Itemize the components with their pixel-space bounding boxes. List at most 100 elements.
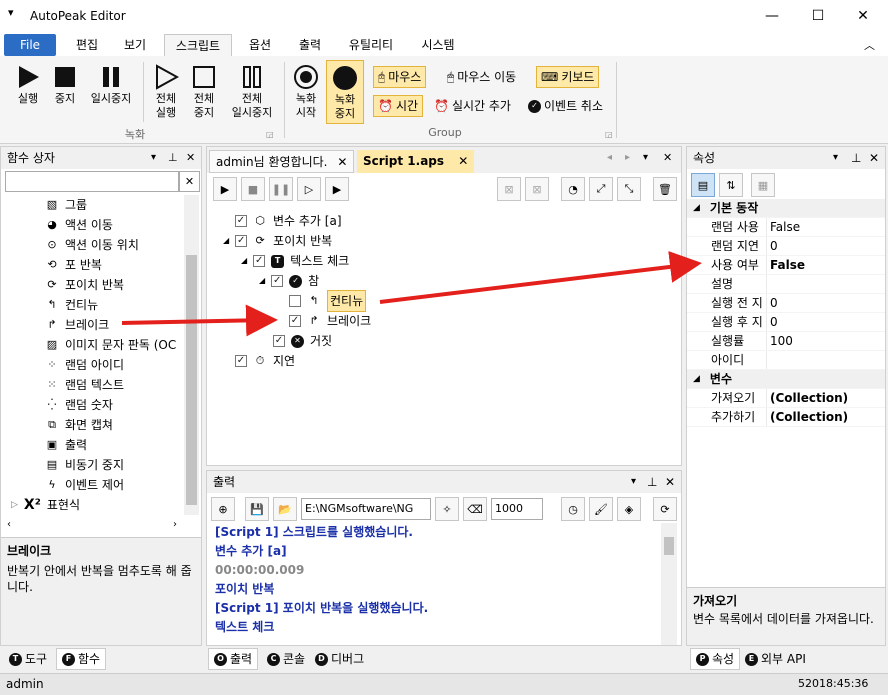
stop-small-button[interactable]: ■ xyxy=(241,177,265,201)
collapse-icon[interactable]: ◢ xyxy=(687,199,700,217)
checkbox[interactable]: ✓ xyxy=(273,335,285,347)
tab-console[interactable]: C 콘솔 xyxy=(262,648,310,670)
collapse-ribbon-icon[interactable]: ︿ xyxy=(864,37,875,53)
close-tab-icon[interactable]: ✕ xyxy=(337,155,347,169)
stop-all-button[interactable]: 전체 중지 xyxy=(186,64,222,120)
property-value[interactable]: 100 xyxy=(767,332,793,350)
checkbox[interactable]: ✓ xyxy=(253,255,266,267)
tab-system[interactable]: 시스템 xyxy=(410,34,466,56)
checkbox[interactable]: ✓ xyxy=(271,275,284,287)
play-small-button[interactable]: ▶ xyxy=(213,177,237,201)
property-row[interactable]: 랜덤 사용 False xyxy=(687,218,885,237)
folder-icon[interactable]: 📂 xyxy=(273,497,297,521)
tab-file[interactable]: File xyxy=(4,34,56,56)
checkbox[interactable]: ✓ xyxy=(235,355,247,367)
property-row[interactable]: 실행 전 지0 xyxy=(687,294,885,313)
record-stop-button[interactable]: 녹화 중지 xyxy=(326,60,364,124)
tab-output-pane[interactable]: O 출력 xyxy=(208,648,259,670)
event-cancel-toggle[interactable]: ✓ 이벤트 취소 xyxy=(524,95,607,117)
checkbox[interactable]: ✓ xyxy=(289,315,301,327)
tab-list-icon[interactable]: ▾ xyxy=(643,152,648,163)
keyboard-toggle[interactable]: ⌨ 키보드 xyxy=(536,66,600,88)
list-item[interactable]: ⁛ 랜덤 숫자 xyxy=(45,395,185,415)
panel-dropdown-icon[interactable]: ▾ xyxy=(631,471,636,493)
record-start-button[interactable]: 녹화 시작 xyxy=(288,64,324,120)
delete-x-button[interactable]: ⊠ xyxy=(497,177,521,201)
property-value[interactable]: False xyxy=(767,256,805,274)
step-button[interactable]: ▷ xyxy=(297,177,321,201)
realtime-add-toggle[interactable]: ⏰ 실시간 추가 xyxy=(430,95,515,117)
list-item[interactable]: ⟳ 포이치 반복 xyxy=(45,275,185,295)
eraser-icon[interactable]: ⌫ xyxy=(463,497,487,521)
pin-icon[interactable]: ⊥ xyxy=(851,147,861,169)
property-value[interactable]: 0 xyxy=(767,237,778,255)
group-launcher-icon[interactable]: ◲ xyxy=(605,130,613,139)
panel-dropdown-icon[interactable]: ▾ xyxy=(151,147,156,169)
pin-icon[interactable]: ⊥ xyxy=(168,147,178,169)
close-doc-icon[interactable]: ✕ xyxy=(663,151,672,164)
tree-node[interactable]: ◢ ✓ ⟳ 포이치 반복 xyxy=(223,231,371,251)
fill-icon[interactable]: ◈ xyxy=(617,497,641,521)
vertical-scrollbar[interactable] xyxy=(184,195,199,515)
log-path-input[interactable]: E:\NGMsoftware\NG xyxy=(301,498,431,520)
prev-tab-icon[interactable]: ◂ xyxy=(607,152,612,163)
tab-properties[interactable]: P 속성 xyxy=(690,648,741,670)
tab-debug[interactable]: D 디버그 xyxy=(310,648,369,670)
tree-node[interactable]: ✓ ⬡ 변수 추가 [a] xyxy=(235,211,371,231)
checkbox[interactable] xyxy=(289,295,301,307)
tab-external-api[interactable]: E 외부 API xyxy=(740,648,811,670)
tab-tools[interactable]: T 도구 xyxy=(4,648,52,670)
property-value[interactable]: 0 xyxy=(767,294,778,312)
tree-node[interactable]: ↰ 컨티뉴 xyxy=(289,290,371,312)
tree-node[interactable]: ✓ ✕ 거짓 xyxy=(273,331,371,351)
property-row[interactable]: 실행 후 지0 xyxy=(687,313,885,332)
refresh-icon[interactable]: ◔ xyxy=(561,177,585,201)
system-menu-icon[interactable]: ▾ xyxy=(8,6,14,19)
tab-script[interactable]: 스크립트 xyxy=(164,34,232,56)
pause-button[interactable]: 일시중지 xyxy=(84,64,138,106)
close-panel-icon[interactable]: ✕ xyxy=(186,147,195,169)
property-value[interactable]: (Collection) xyxy=(767,408,848,426)
stop-button[interactable]: 중지 xyxy=(48,64,82,106)
close-tab-icon[interactable]: ✕ xyxy=(458,154,468,168)
output-scrollbar[interactable] xyxy=(661,523,677,645)
property-value[interactable]: (Collection) xyxy=(767,389,848,407)
trash-icon[interactable]: 🗑 xyxy=(653,177,677,201)
pause-all-button[interactable]: 전체 일시중지 xyxy=(224,64,280,120)
property-value[interactable]: 0 xyxy=(767,313,778,331)
brush-icon[interactable]: 🖌 xyxy=(589,497,613,521)
close-panel-icon[interactable]: ✕ xyxy=(869,147,879,169)
step-play-button[interactable]: ▶ xyxy=(325,177,349,201)
run-all-button[interactable]: 전체 실행 xyxy=(148,64,184,120)
collapse-icon[interactable]: ◢ xyxy=(687,370,700,388)
list-item[interactable]: ⁙ 랜덤 텍스트 xyxy=(45,375,185,395)
tree-node[interactable]: ✓ ↱ 브레이크 xyxy=(289,311,371,331)
expand-icon[interactable]: ▷ xyxy=(11,495,18,515)
next-tab-icon[interactable]: ▸ xyxy=(625,152,630,163)
collapse-node-icon[interactable]: ◢ xyxy=(223,231,229,251)
property-value[interactable] xyxy=(767,351,770,369)
scrollbar-thumb[interactable] xyxy=(664,537,674,555)
categorized-icon[interactable]: ▤ xyxy=(691,173,715,197)
checkbox[interactable]: ✓ xyxy=(235,235,248,247)
list-item[interactable]: ↰ 컨티뉴 xyxy=(45,295,185,315)
tab-functions[interactable]: F 함수 xyxy=(56,648,107,670)
scroll-right-icon[interactable]: › xyxy=(173,519,177,530)
tab-output[interactable]: 출력 xyxy=(288,34,332,56)
collapse-icon[interactable]: ⤡ xyxy=(617,177,641,201)
property-row[interactable]: 실행률 100 xyxy=(687,332,885,351)
clock-icon[interactable]: ◷ xyxy=(561,497,585,521)
list-item-expression[interactable]: ▷ X² 표현식 xyxy=(11,495,80,515)
tab-options[interactable]: 옵션 xyxy=(238,34,282,56)
mouse-toggle[interactable]: 🖰 마우스 xyxy=(373,66,427,88)
tab-utility[interactable]: 유틸리티 xyxy=(338,34,404,56)
scroll-left-icon[interactable]: ‹ xyxy=(7,519,11,530)
list-item[interactable]: ↱ 브레이크 xyxy=(45,315,185,335)
property-pages-icon[interactable]: ▦ xyxy=(751,173,775,197)
tree-node[interactable]: ✓ ⏱ 지연 xyxy=(235,351,371,371)
list-item[interactable]: ⊙ 액션 이동 위치 xyxy=(45,235,185,255)
minimize-button[interactable]: — xyxy=(749,0,795,32)
delete-all-button[interactable]: ⊠ xyxy=(525,177,549,201)
tree-node[interactable]: ◢ ✓ T 텍스트 체크 xyxy=(241,251,371,271)
mouse-move-toggle[interactable]: 🖱 마우스 이동 xyxy=(443,66,520,88)
